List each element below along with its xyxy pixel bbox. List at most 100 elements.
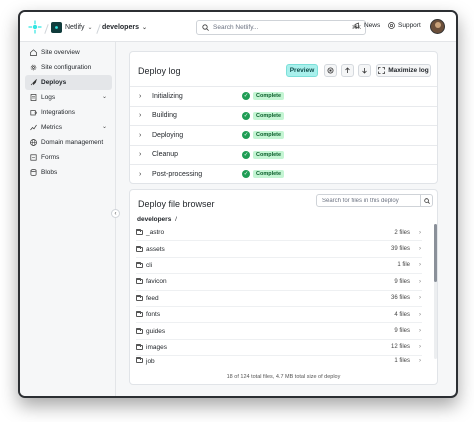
gear-icon — [30, 64, 37, 71]
step-label: Building — [152, 112, 177, 120]
folder-name: assets — [146, 245, 165, 253]
collapse-sidebar-button[interactable]: ‹ — [111, 209, 120, 218]
chevron-right-icon: › — [139, 92, 142, 100]
sidebar-item-label: Domain management — [41, 139, 104, 146]
team-logo-icon — [51, 21, 62, 33]
deploy-log-card: Deploy log Preview Maximize log › Initia… — [129, 51, 438, 184]
chart-icon — [30, 124, 37, 131]
breadcrumb-root[interactable]: developers — [137, 216, 171, 223]
help-circle-icon — [388, 22, 395, 29]
document-icon — [30, 94, 37, 101]
scrollbar-thumb[interactable] — [434, 224, 437, 282]
step-status: ✓ Complete — [242, 92, 285, 101]
chevron-down-icon: ⌄ — [87, 24, 93, 31]
check-circle-icon: ✓ — [242, 111, 250, 120]
deploy-step-row[interactable]: › Building ✓ Complete — [130, 105, 437, 126]
chevron-down-icon: ⌄ — [101, 124, 107, 130]
arrow-down-icon — [362, 68, 367, 74]
top-bar: Netlify ⌄ developers ⌄ ⌘K News — [20, 12, 456, 42]
chevron-right-icon: › — [419, 262, 421, 269]
list-item[interactable]: feed 36 files › — [136, 291, 422, 307]
list-item[interactable]: fonts 4 files › — [136, 307, 422, 324]
file-search[interactable] — [316, 194, 433, 207]
file-list-scrollbar[interactable] — [434, 224, 437, 359]
copy-log-button[interactable] — [324, 64, 337, 77]
folder-name: favicon — [146, 278, 167, 286]
globe-icon — [30, 139, 37, 146]
search-input[interactable] — [213, 24, 333, 31]
file-count: 9 files — [394, 328, 410, 335]
chevron-right-icon: › — [139, 112, 142, 120]
sidebar-item-label: Logs — [41, 94, 56, 101]
step-label: Deploying — [152, 131, 184, 139]
chevron-right-icon: › — [139, 170, 142, 178]
sidebar-item-deploys[interactable]: Deploys — [25, 75, 112, 90]
site-switcher[interactable]: developers ⌄ — [102, 20, 147, 34]
deploy-step-row[interactable]: › Deploying ✓ Complete — [130, 125, 437, 145]
list-item[interactable]: favicon 9 files › — [136, 274, 422, 291]
maximize-log-button[interactable]: Maximize log — [376, 64, 431, 77]
netlify-logo-icon[interactable] — [28, 20, 42, 34]
sidebar-item-site-configuration[interactable]: Site configuration — [25, 60, 112, 75]
home-icon — [30, 49, 37, 56]
list-item[interactable]: assets 39 files › — [136, 241, 422, 258]
chevron-right-icon: › — [419, 295, 421, 302]
chevron-right-icon: › — [419, 229, 421, 236]
global-search[interactable]: ⌘K — [196, 20, 366, 35]
folder-icon — [136, 278, 143, 285]
list-item[interactable]: images 12 files › — [136, 340, 422, 357]
list-item[interactable]: guides 9 files › — [136, 323, 422, 340]
sidebar-item-label: Site configuration — [41, 64, 92, 71]
sidebar-item-metrics[interactable]: Metrics ⌄ — [25, 120, 112, 135]
file-count: 36 files — [390, 295, 410, 302]
check-circle-icon: ✓ — [242, 131, 250, 140]
list-item[interactable]: job 1 files › — [136, 356, 422, 365]
preview-button[interactable]: Preview — [286, 64, 318, 77]
support-link[interactable]: Support — [388, 22, 421, 29]
deploy-step-row[interactable]: › Cleanup ✓ Complete — [130, 144, 437, 165]
breadcrumb-separator — [96, 24, 101, 34]
scroll-to-bottom-button[interactable] — [358, 64, 371, 77]
sidebar: Site overview Site configuration Deploys… — [20, 42, 116, 396]
search-icon — [423, 197, 430, 204]
file-search-button[interactable] — [420, 195, 432, 206]
puzzle-icon — [30, 110, 37, 116]
file-count: 1 files — [394, 358, 410, 365]
folder-icon — [136, 261, 143, 268]
preview-label: Preview — [289, 67, 315, 74]
sidebar-item-label: Forms — [41, 154, 60, 161]
chevron-right-icon: › — [419, 246, 421, 253]
sidebar-item-site-overview[interactable]: Site overview — [25, 45, 112, 60]
step-status: ✓ Complete — [242, 150, 285, 159]
file-count: 39 files — [390, 246, 410, 253]
sidebar-item-integrations[interactable]: Integrations — [25, 105, 112, 120]
team-name: Netlify — [65, 23, 85, 31]
step-status: ✓ Complete — [242, 111, 285, 120]
file-search-input[interactable] — [317, 197, 417, 204]
list-item[interactable]: cli 1 file › — [136, 258, 422, 275]
folder-name: job — [146, 358, 155, 366]
file-count: 4 files — [394, 311, 410, 318]
sidebar-item-blobs[interactable]: Blobs — [25, 165, 112, 180]
deploy-step-row[interactable]: › Post-processing ✓ Complete — [130, 164, 437, 184]
team-switcher[interactable]: Netlify ⌄ — [51, 20, 92, 34]
chevron-down-icon: ⌄ — [101, 94, 107, 100]
user-avatar[interactable] — [430, 19, 445, 34]
list-item[interactable]: _astro 2 files › — [136, 225, 422, 242]
copy-icon — [327, 67, 334, 74]
chevron-right-icon: › — [139, 151, 142, 159]
chevron-right-icon: › — [139, 131, 142, 139]
news-link[interactable]: News — [354, 22, 380, 29]
sidebar-item-logs[interactable]: Logs ⌄ — [25, 90, 112, 105]
support-label: Support — [398, 22, 421, 29]
scroll-to-top-button[interactable] — [341, 64, 354, 77]
folder-icon — [136, 327, 143, 334]
step-status: ✓ Complete — [242, 131, 285, 140]
sidebar-item-domain-management[interactable]: Domain management — [25, 135, 112, 150]
file-browser-summary: 18 of 124 total files, 4.7 MB total size… — [226, 374, 341, 380]
deploy-step-row[interactable]: › Initializing ✓ Complete — [130, 86, 437, 106]
sidebar-item-forms[interactable]: Forms — [25, 150, 112, 165]
file-count: 2 files — [394, 229, 410, 236]
app-window: Netlify ⌄ developers ⌄ ⌘K News — [18, 10, 458, 398]
status-badge: Complete — [253, 92, 285, 101]
